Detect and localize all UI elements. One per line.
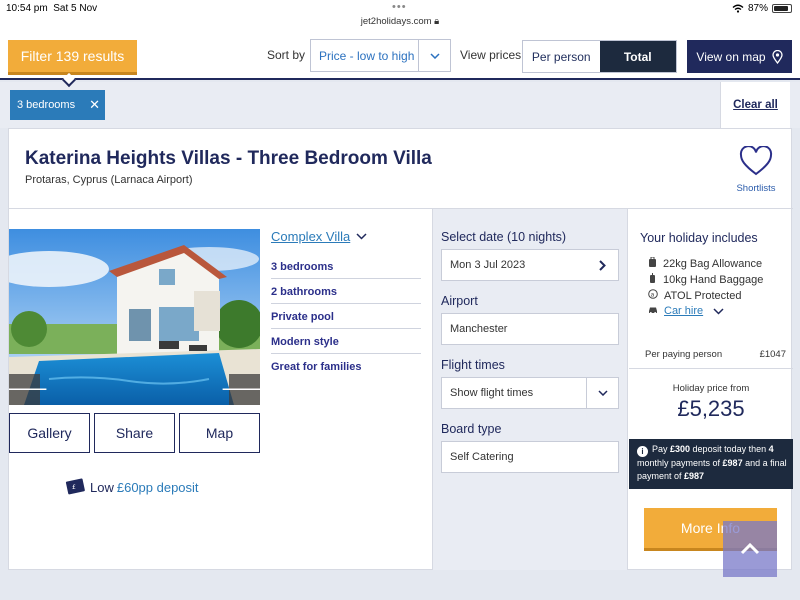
arrow-left-icon: 🡐 — [9, 379, 49, 399]
total-option[interactable]: Total — [599, 41, 676, 72]
board-type-select[interactable]: Self Catering — [441, 441, 619, 473]
holiday-price: £5,235 — [677, 396, 745, 421]
chevron-down-icon — [586, 378, 618, 408]
holiday-includes: Your holiday includes 22kg Bag Allowance… — [629, 209, 793, 369]
per-person-row: Per paying person £1047 — [645, 349, 786, 360]
close-icon[interactable]: ✕ — [89, 97, 100, 113]
flight-times-value: Show flight times — [450, 387, 534, 399]
lock-icon: 🔒︎ — [434, 16, 440, 27]
clear-all-link[interactable]: Clear all — [733, 99, 778, 111]
map-button[interactable]: Map — [179, 413, 260, 453]
atol-icon: a — [648, 289, 658, 302]
date-select[interactable]: Mon 3 Jul 2023 — [441, 249, 619, 281]
property-photo[interactable]: 🡐 🡒 — [9, 229, 260, 405]
more-dots-icon[interactable]: ••• — [392, 1, 407, 13]
airport-select[interactable]: Manchester — [441, 313, 619, 345]
status-right: 87% — [732, 3, 792, 14]
property-card: Katerina Heights Villas - Three Bedroom … — [8, 128, 793, 570]
chevron-down-icon — [418, 40, 450, 71]
price-box: Holiday price from £5,235 — [629, 383, 793, 422]
scroll-to-top-button[interactable] — [723, 521, 777, 577]
address-bar[interactable]: jet2holidays.com 🔒︎ — [0, 16, 800, 27]
finance-banner: i Pay £300 deposit today then 4 monthly p… — [629, 439, 793, 489]
feature-item: Great for families — [271, 361, 362, 373]
next-image-button[interactable]: 🡒 — [220, 374, 260, 405]
view-prices-toggle: Per person Total — [522, 40, 677, 73]
share-button[interactable]: Share — [94, 413, 175, 453]
media-buttons: Gallery Share Map — [9, 413, 260, 453]
shortlist-label: Shortlists — [736, 183, 776, 194]
heart-icon — [739, 145, 773, 176]
per-person-value: £1047 — [759, 349, 786, 360]
sort-by-label: Sort by — [267, 48, 306, 62]
airport-label: Airport — [441, 294, 478, 308]
chevron-down-icon — [713, 307, 724, 315]
svg-text:£: £ — [72, 484, 76, 491]
filter-chip-3-bedrooms[interactable]: 3 bedrooms ✕ — [10, 90, 105, 120]
chevron-up-icon — [740, 543, 760, 555]
view-on-map-button[interactable]: View on map — [687, 40, 792, 73]
luggage-icon — [648, 256, 657, 270]
include-item: a ATOL Protected — [640, 289, 782, 302]
info-icon: i — [637, 446, 648, 457]
battery-percent: 87% — [747, 3, 768, 14]
car-hire-link[interactable]: Car hire — [664, 305, 703, 317]
chevron-right-icon — [586, 250, 618, 280]
status-bar: 10:54 pm Sat 5 Nov ••• jet2holidays.com … — [0, 0, 800, 30]
view-prices-label: View prices — [460, 48, 522, 62]
prev-image-button[interactable]: 🡐 — [9, 374, 49, 405]
map-pin-icon — [771, 49, 783, 64]
active-filters-row: 3 bedrooms ✕ Clear all — [0, 82, 800, 128]
deposit-card-icon: £ — [65, 478, 85, 495]
battery-icon — [772, 4, 792, 13]
property-location: Protaras, Cyprus (Larnaca Airport) — [25, 174, 193, 186]
car-icon — [648, 305, 658, 317]
date-label: Select date (10 nights) — [441, 230, 567, 244]
card-header: Katerina Heights Villas - Three Bedroom … — [9, 129, 793, 209]
booking-panel: Select date (10 nights) Mon 3 Jul 2023 A… — [432, 209, 628, 570]
gallery-button[interactable]: Gallery — [9, 413, 90, 453]
features-list: Complex Villa 3 bedrooms 2 bathrooms Pri… — [271, 229, 421, 378]
price-from-label: Holiday price from — [672, 383, 750, 394]
wifi-icon — [732, 4, 744, 13]
filter-bar: Filter 139 results Sort by Price - low t… — [0, 30, 800, 80]
status-time: 10:54 pm Sat 5 Nov — [6, 3, 98, 14]
feature-item: 3 bedrooms — [271, 254, 421, 279]
chevron-down-icon — [356, 233, 367, 240]
sort-value: Price - low to high — [319, 48, 415, 63]
feature-item: Private pool — [271, 304, 421, 329]
per-person-label: Per paying person — [645, 349, 723, 360]
clear-all-container: Clear all — [720, 82, 790, 128]
svg-text:a: a — [651, 291, 655, 298]
low-deposit-banner: £ Low £60pp deposit — [65, 478, 199, 496]
sort-select[interactable]: Price - low to high — [310, 39, 451, 72]
includes-title: Your holiday includes — [640, 231, 758, 245]
include-item: 22kg Bag Allowance — [640, 256, 782, 270]
filter-results-button[interactable]: Filter 139 results — [8, 40, 137, 72]
view-on-map-label: View on map — [696, 49, 766, 64]
property-type-dropdown[interactable]: Complex Villa — [271, 229, 421, 244]
deposit-link[interactable]: £60pp deposit — [117, 480, 199, 495]
feature-item: 2 bathrooms — [271, 279, 421, 304]
flight-times-label: Flight times — [441, 358, 505, 372]
board-type-label: Board type — [441, 422, 502, 436]
deposit-prefix: Low — [90, 479, 114, 495]
feature-item: Modern style — [271, 329, 421, 354]
hand-baggage-icon — [648, 273, 657, 286]
shortlist-button[interactable]: Shortlists — [731, 145, 781, 194]
arrow-right-icon: 🡒 — [220, 379, 260, 399]
include-item: 10kg Hand Baggage — [640, 273, 782, 286]
property-title[interactable]: Katerina Heights Villas - Three Bedroom … — [25, 148, 432, 170]
property-type-label: Complex Villa — [271, 229, 351, 244]
date-value: Mon 3 Jul 2023 — [450, 259, 526, 271]
flight-times-select[interactable]: Show flight times — [441, 377, 619, 409]
include-item-car-hire[interactable]: Car hire — [640, 305, 782, 317]
per-person-option[interactable]: Per person — [523, 41, 600, 72]
filter-chip-label: 3 bedrooms — [17, 99, 76, 111]
